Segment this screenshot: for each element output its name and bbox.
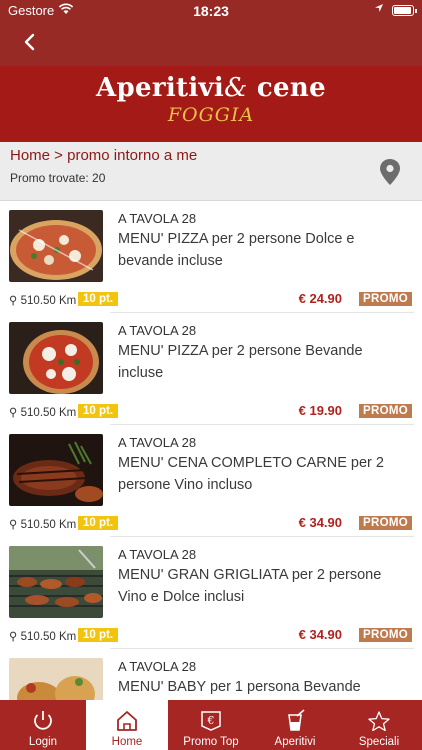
battery-icon: [392, 5, 417, 16]
promo-photo-grill: [9, 546, 103, 618]
distance: ⚲ 510.50 Km: [9, 295, 77, 307]
tab-label: Speciali: [358, 736, 400, 748]
back-chevron-icon[interactable]: [18, 30, 42, 54]
location-arrow-icon: [374, 3, 384, 16]
price: € 19.90: [298, 403, 342, 418]
brand-city-subtitle: FOGGIA: [167, 104, 255, 126]
map-pin-icon[interactable]: [378, 158, 402, 186]
promo-description: MENU' GRAN GRIGLIATA per 2 persone Vino …: [118, 567, 382, 605]
promo-description: MENU' CENA COMPLETO CARNE per 2 persone …: [118, 455, 384, 493]
home-icon: [117, 711, 137, 731]
map-pin-small-icon: ⚲: [9, 631, 18, 643]
venue-name: A TAVOLA 28: [118, 211, 197, 226]
points-badge: 10 pt.: [78, 292, 119, 306]
promo-description: MENU' PIZZA per 2 persone Bevande inclus…: [118, 343, 363, 381]
breadcrumb[interactable]: Home > promo intorno a me: [10, 147, 197, 164]
price: € 34.90: [298, 627, 342, 642]
distance: ⚲ 510.50 Km: [9, 407, 77, 419]
tab-label: Login: [28, 736, 58, 748]
map-pin-small-icon: ⚲: [9, 519, 18, 531]
tab-label: Home: [111, 736, 143, 748]
tab-login[interactable]: Login: [0, 700, 86, 750]
divider: [110, 648, 414, 649]
promo-photo-pizza: [9, 322, 103, 394]
map-pin-small-icon: ⚲: [9, 407, 18, 419]
promo-photo-pizza: [9, 210, 103, 282]
star-icon: [368, 711, 390, 731]
promo-badge: PROMO: [359, 404, 412, 418]
distance: ⚲ 510.50 Km: [9, 519, 77, 531]
promo-badge: PROMO: [359, 516, 412, 530]
tab-promo-top[interactable]: € Promo Top: [168, 700, 254, 750]
brand-banner: Aperitivi& cene FOGGIA: [0, 66, 422, 142]
promo-top-icon: €: [201, 711, 221, 731]
tab-bar: Login Home € Promo Top Aperitivi Special…: [0, 700, 422, 750]
promo-description: MENU' BABY per 1 persona Bevande incluse: [118, 679, 361, 695]
tab-aperitivi[interactable]: Aperitivi: [254, 700, 336, 750]
promo-badge: PROMO: [359, 628, 412, 642]
tab-label: Promo Top: [183, 736, 239, 748]
points-badge: 10 pt.: [78, 404, 119, 418]
tab-speciali[interactable]: Speciali: [336, 700, 422, 750]
venue-name: A TAVOLA 28: [118, 659, 197, 674]
venue-name: A TAVOLA 28: [118, 435, 197, 450]
divider: [110, 312, 414, 313]
promo-list-item[interactable]: A TAVOLA 28 MENU' PIZZA per 2 persone Be…: [0, 314, 422, 426]
svg-text:€: €: [207, 714, 215, 727]
promo-list-item[interactable]: A TAVOLA 28 MENU' BABY per 1 persona Bev…: [0, 650, 422, 700]
promo-badge: PROMO: [359, 292, 412, 306]
brand-logo-title: Aperitivi& cene: [96, 73, 326, 103]
points-badge: 10 pt.: [78, 516, 119, 530]
tab-label: Aperitivi: [274, 736, 316, 748]
price: € 34.90: [298, 515, 342, 530]
promo-list-item[interactable]: A TAVOLA 28 MENU' CENA COMPLETO CARNE pe…: [0, 426, 422, 538]
status-bar: Gestore 18:23: [0, 0, 422, 22]
divider: [110, 536, 414, 537]
results-count: Promo trovate: 20: [10, 171, 106, 185]
venue-name: A TAVOLA 28: [118, 323, 197, 338]
power-icon: [34, 711, 52, 730]
promo-description: MENU' PIZZA per 2 persone Dolce e bevand…: [118, 231, 355, 269]
tab-home[interactable]: Home: [86, 700, 168, 750]
promo-list-item[interactable]: A TAVOLA 28 MENU' PIZZA per 2 persone Do…: [0, 202, 422, 314]
price: € 24.90: [298, 291, 342, 306]
map-pin-small-icon: ⚲: [9, 295, 18, 307]
points-badge: 10 pt.: [78, 628, 119, 642]
divider: [110, 424, 414, 425]
breadcrumb-bar: Home > promo intorno a me Promo trovate:…: [0, 142, 422, 201]
cocktail-icon: [288, 709, 305, 731]
distance: ⚲ 510.50 Km: [9, 631, 77, 643]
venue-name: A TAVOLA 28: [118, 547, 197, 562]
promo-list-item[interactable]: A TAVOLA 28 MENU' GRAN GRIGLIATA per 2 p…: [0, 538, 422, 650]
promo-photo-steak: [9, 434, 103, 506]
promo-photo-baby-menu: [9, 658, 103, 700]
promo-list[interactable]: A TAVOLA 28 MENU' PIZZA per 2 persone Do…: [0, 202, 422, 700]
status-time: 18:23: [193, 3, 229, 19]
navigation-bar: [0, 22, 422, 66]
